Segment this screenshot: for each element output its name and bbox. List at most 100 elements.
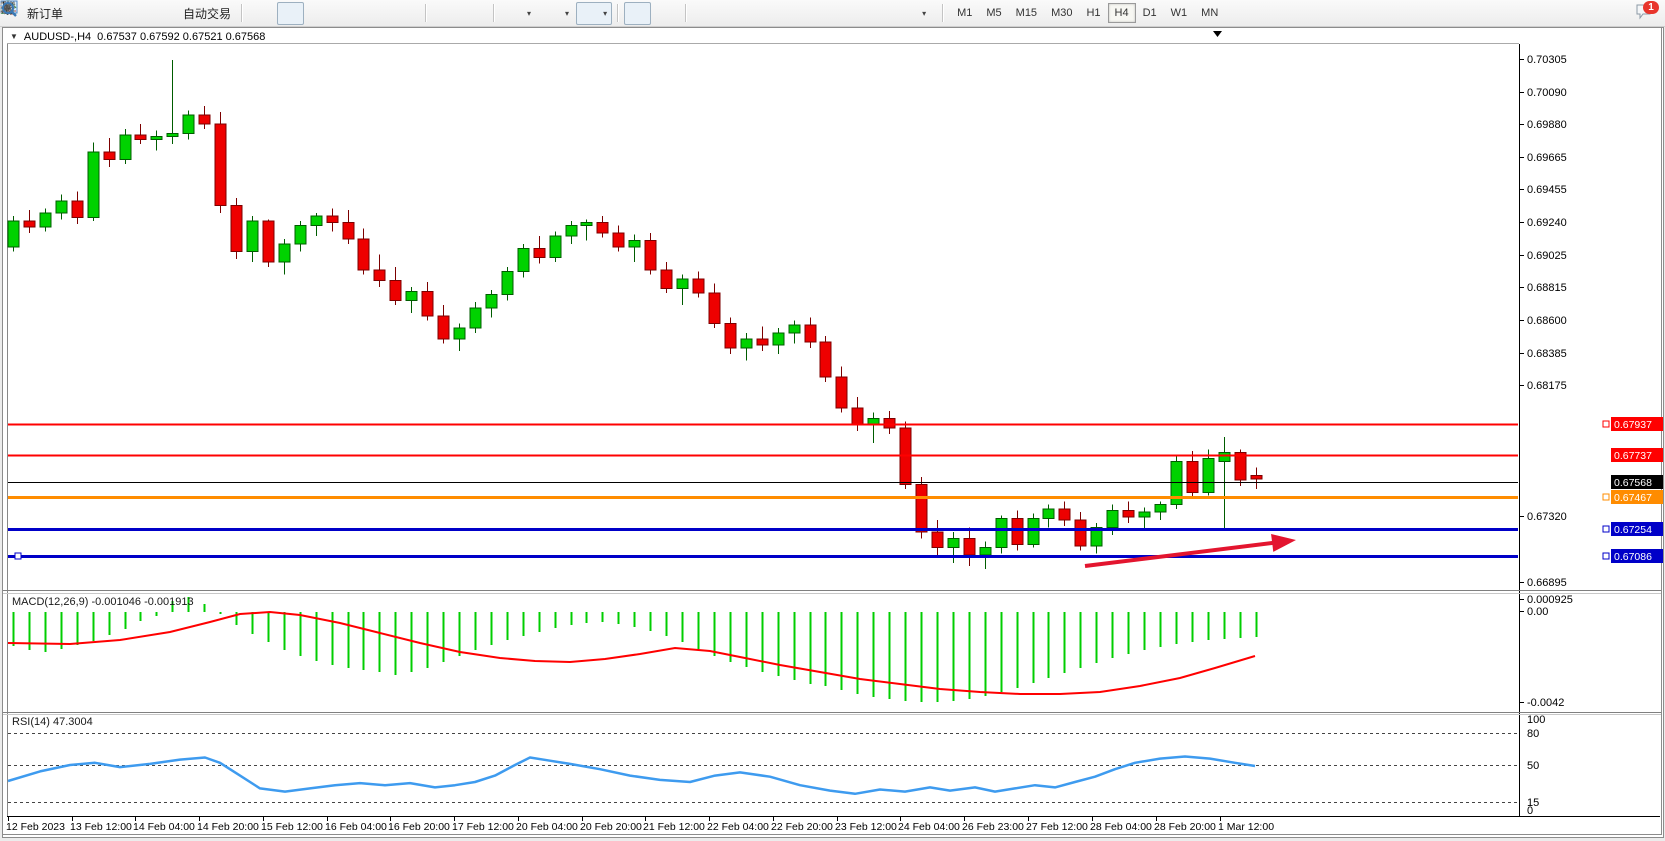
- trendline-icon: [755, 5, 772, 22]
- chart-canvas[interactable]: 0.703050.700900.698800.696650.694550.692…: [0, 26, 1665, 841]
- price-tag-label: 0.67254: [1614, 524, 1652, 536]
- candle-body: [263, 221, 274, 262]
- periods-button[interactable]: ▾: [538, 2, 574, 25]
- horizontal-line-tool-button[interactable]: [721, 2, 748, 25]
- candlestick-series[interactable]: [8, 60, 1262, 569]
- candle-body: [247, 221, 258, 252]
- charts-profile-icon: [75, 5, 92, 22]
- candle-body: [597, 222, 608, 233]
- candle-body: [88, 152, 99, 218]
- indicators-button[interactable]: ▾: [500, 2, 536, 25]
- label-tool-button[interactable]: T: [866, 2, 893, 25]
- price-tag-label: 0.67937: [1614, 419, 1652, 431]
- timeframe-h4[interactable]: H4: [1108, 3, 1136, 23]
- crosshair-icon: [658, 5, 675, 22]
- date-tick-label: 16 Feb 20:00: [388, 821, 450, 833]
- date-tick-label: 22 Feb 04:00: [707, 821, 769, 833]
- candle-body: [104, 152, 115, 160]
- timeframe-m1[interactable]: M1: [950, 3, 979, 23]
- chevron-down-icon: ▾: [527, 9, 531, 18]
- candlestick-chart-icon: [282, 5, 299, 22]
- price-tick-label: 0.67320: [1527, 511, 1567, 523]
- timeframe-m5[interactable]: M5: [979, 3, 1008, 23]
- chart-shift-button[interactable]: [461, 2, 488, 25]
- macd-axis-label: 0.00: [1527, 606, 1548, 618]
- candle-body: [231, 205, 242, 251]
- price-tag-label: 0.67467: [1614, 492, 1652, 504]
- candle-body: [725, 324, 736, 349]
- price-tick-label: 0.69665: [1527, 152, 1567, 164]
- trend-arrow[interactable]: [1085, 542, 1282, 566]
- line-anchor-handle[interactable]: [1603, 553, 1609, 559]
- arrows-tool-button[interactable]: ▾: [895, 2, 931, 25]
- macd-indicator-label: MACD(12,26,9) -0.001046 -0.001913: [12, 596, 194, 608]
- timeframe-m30[interactable]: M30: [1044, 3, 1079, 23]
- channel-tool-button[interactable]: E: [779, 2, 806, 25]
- line-chart-button[interactable]: [306, 2, 333, 25]
- timeframe-d1[interactable]: D1: [1136, 3, 1164, 23]
- price-tick-label: 0.70090: [1527, 87, 1567, 99]
- candle-body: [486, 294, 497, 308]
- profiles-button[interactable]: [70, 2, 97, 25]
- timeframe-mn[interactable]: MN: [1194, 3, 1225, 23]
- trendline-tool-button[interactable]: [750, 2, 777, 25]
- auto-scroll-button[interactable]: [432, 2, 459, 25]
- zoom-out-button[interactable]: [364, 2, 391, 25]
- date-tick-label: 12 Feb 2023: [6, 821, 65, 833]
- candle-body: [120, 135, 131, 160]
- market-watch-button[interactable]: [99, 2, 126, 25]
- candle-body: [1059, 509, 1070, 520]
- rsi-line: [8, 757, 1255, 794]
- zoom-in-icon: [340, 5, 357, 22]
- toolbar-separator: [685, 4, 687, 22]
- date-tick-label: 1 Mar 12:00: [1218, 821, 1274, 833]
- price-tick-label: 0.66895: [1527, 577, 1567, 589]
- vertical-line-tool-button[interactable]: [692, 2, 719, 25]
- date-tick-label: 14 Feb 04:00: [133, 821, 195, 833]
- timeframe-h1[interactable]: H1: [1079, 3, 1107, 23]
- autotrade-button[interactable]: 自动交易: [157, 2, 236, 25]
- auto-scroll-icon: [437, 5, 454, 22]
- line-anchor-handle[interactable]: [1603, 526, 1609, 532]
- price-tick-label: 0.69025: [1527, 250, 1567, 262]
- candle-body: [773, 333, 784, 345]
- text-tool-button[interactable]: A: [837, 2, 864, 25]
- price-tag-label: 0.67568: [1614, 477, 1652, 489]
- notifications-button[interactable]: 1: [1635, 3, 1655, 23]
- templates-button[interactable]: ▾: [576, 2, 612, 25]
- chevron-down-icon: ▾: [922, 9, 926, 18]
- line-anchor-handle[interactable]: [1603, 494, 1609, 500]
- candle-body: [327, 216, 338, 222]
- price-tick-label: 0.68815: [1527, 282, 1567, 294]
- line-anchor-handle[interactable]: [15, 553, 21, 559]
- fibonacci-tool-button[interactable]: F: [808, 2, 835, 25]
- date-tick-label: 23 Feb 12:00: [835, 821, 897, 833]
- candle-body: [1012, 518, 1023, 544]
- crosshair-tool-button[interactable]: [653, 2, 680, 25]
- candle-body: [167, 133, 178, 136]
- candle-body: [374, 270, 385, 281]
- window-border: [3, 28, 1662, 835]
- chart-shift-marker[interactable]: [1213, 31, 1222, 37]
- price-tick-label: 0.70305: [1527, 54, 1567, 66]
- text-label-icon: T: [871, 5, 888, 22]
- candle-body: [390, 281, 401, 301]
- candle-body: [1219, 452, 1230, 461]
- equidistant-channel-icon: E: [784, 5, 801, 22]
- price-tick-label: 0.68175: [1527, 380, 1567, 392]
- date-tick-label: 22 Feb 20:00: [771, 821, 833, 833]
- timeframe-w1[interactable]: W1: [1164, 3, 1195, 23]
- bar-chart-button[interactable]: [248, 2, 275, 25]
- zoom-in-button[interactable]: [335, 2, 362, 25]
- signals-button[interactable]: [128, 2, 155, 25]
- line-anchor-handle[interactable]: [1603, 421, 1609, 427]
- candle-body: [1155, 505, 1166, 513]
- candle-body: [518, 248, 529, 271]
- date-tick-label: 28 Feb 20:00: [1154, 821, 1216, 833]
- candlestick-chart-button[interactable]: [277, 2, 304, 25]
- cursor-tool-button[interactable]: [624, 2, 651, 25]
- bar-chart-icon: [253, 5, 270, 22]
- trend-arrow-head[interactable]: [1271, 534, 1296, 552]
- tile-windows-button[interactable]: [393, 2, 420, 25]
- timeframe-m15[interactable]: M15: [1009, 3, 1044, 23]
